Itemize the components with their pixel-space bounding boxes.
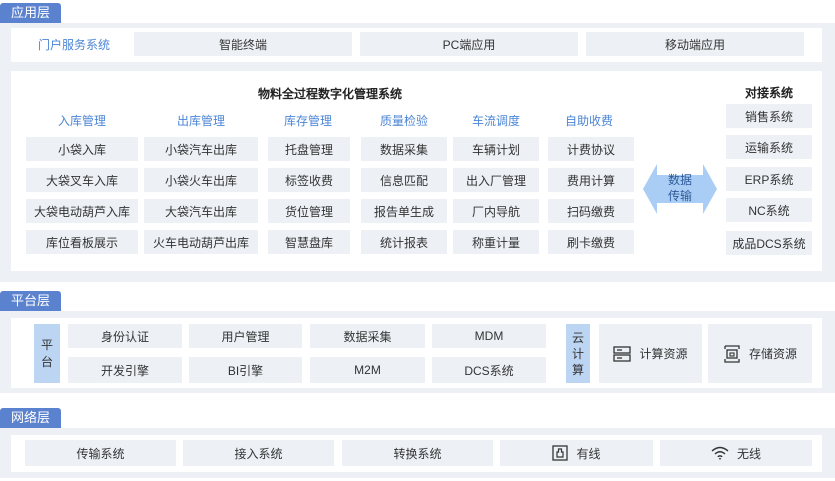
grid-cell[interactable]: 统计报表 [361, 230, 447, 254]
platform-layer-tag: 平台层 [0, 291, 62, 311]
grid-cell[interactable]: 大袋汽车出库 [144, 199, 258, 223]
top-item-mobile-app[interactable]: 移动端应用 [586, 32, 804, 56]
grid-cell[interactable]: 小袋火车出库 [144, 168, 258, 192]
storage-resource-label: 存储资源 [748, 347, 797, 361]
cloud-label-char: 算 [571, 362, 584, 377]
docking-title: 对接系统 [744, 86, 793, 100]
platform-item[interactable]: MDM [432, 324, 546, 348]
wired-label: 有线 [576, 446, 601, 461]
compute-resource-label: 计算资源 [639, 347, 688, 361]
platform-item[interactable]: DCS系统 [432, 357, 546, 383]
grid-cell[interactable]: 报告单生成 [361, 199, 447, 223]
platform-item[interactable]: 身份认证 [68, 324, 182, 348]
docking-item[interactable]: 销售系统 [726, 104, 812, 128]
storage-resource[interactable]: 存储资源 [708, 324, 812, 383]
grid-cell[interactable]: 扫码缴费 [548, 199, 634, 223]
column-header-quality: 质量检验 [379, 114, 428, 128]
platform-item[interactable]: 开发引擎 [68, 357, 182, 383]
grid-cell[interactable]: 出入厂管理 [453, 168, 539, 192]
column-header-billing: 自助收费 [564, 114, 613, 128]
column-header-traffic: 车流调度 [471, 114, 520, 128]
grid-cell[interactable]: 标签收费 [268, 168, 350, 192]
column-header-inbound: 入库管理 [57, 114, 106, 128]
grid-cell[interactable]: 数据采集 [361, 137, 447, 161]
grid-cell[interactable]: 小袋汽车出库 [144, 137, 258, 161]
cloud-vertical-label: 云 计 算 [566, 324, 590, 383]
grid-cell[interactable]: 小袋入库 [26, 137, 138, 161]
data-transfer-arrow: 数据 传输 [643, 158, 717, 220]
platform-item[interactable]: M2M [310, 357, 425, 383]
platform-vertical-label: 平 台 [34, 324, 60, 383]
grid-cell[interactable]: 大袋电动葫芦入库 [26, 199, 138, 223]
grid-cell[interactable]: 智慧盘库 [268, 230, 350, 254]
transfer-label-line1: 数据 [667, 173, 692, 187]
app-layer-tag: 应用层 [0, 3, 62, 23]
grid-cell[interactable]: 货位管理 [268, 199, 350, 223]
compute-resource[interactable]: 计算资源 [599, 324, 702, 383]
network-layer-tag: 网络层 [0, 408, 62, 428]
network-item-wired[interactable]: 有线 [500, 440, 653, 466]
grid-cell[interactable]: 火车电动葫芦出库 [144, 230, 258, 254]
platform-item[interactable]: 用户管理 [189, 324, 302, 348]
docking-item[interactable]: 运输系统 [726, 135, 812, 159]
top-item-pc-app[interactable]: PC端应用 [360, 32, 578, 56]
grid-cell[interactable]: 计费协议 [548, 137, 634, 161]
grid-cell[interactable]: 刷卡缴费 [548, 230, 634, 254]
grid-cell[interactable]: 大袋叉车入库 [26, 168, 138, 192]
cloud-label-char: 云 [571, 330, 584, 345]
platform-item[interactable]: BI引擎 [189, 357, 302, 383]
grid-cell[interactable]: 称重计量 [453, 230, 539, 254]
network-item-conversion[interactable]: 转换系统 [342, 440, 493, 466]
column-header-inventory: 库存管理 [283, 114, 332, 128]
grid-cell[interactable]: 车辆计划 [453, 137, 539, 161]
docking-item[interactable]: NC系统 [726, 198, 812, 222]
wireless-label: 无线 [736, 446, 761, 461]
grid-cell[interactable]: 托盘管理 [268, 137, 350, 161]
portal-service-label[interactable]: 门户服务系统 [18, 32, 130, 56]
platform-item[interactable]: 数据采集 [310, 324, 425, 348]
platform-label-char: 台 [40, 354, 53, 369]
cloud-label-char: 计 [571, 346, 584, 361]
network-item-access[interactable]: 接入系统 [183, 440, 334, 466]
grid-cell[interactable]: 费用计算 [548, 168, 634, 192]
platform-label-char: 平 [40, 337, 53, 352]
column-header-outbound: 出库管理 [176, 114, 225, 128]
grid-cell[interactable]: 信息匹配 [361, 168, 447, 192]
grid-cell[interactable]: 厂内导航 [453, 199, 539, 223]
docking-item[interactable]: 成品DCS系统 [726, 231, 812, 255]
wired-port-icon [552, 445, 569, 461]
docking-item[interactable]: ERP系统 [726, 167, 812, 191]
network-item-transport[interactable]: 传输系统 [25, 440, 176, 466]
system-title: 物料全过程数字化管理系统 [257, 87, 402, 101]
network-item-wireless[interactable]: 无线 [660, 440, 812, 466]
transfer-label-line2: 传输 [667, 189, 692, 203]
storage-icon [724, 344, 740, 363]
server-icon [613, 345, 632, 362]
grid-cell[interactable]: 库位看板展示 [26, 230, 138, 254]
top-item-smart-terminal[interactable]: 智能终端 [134, 32, 352, 56]
wifi-icon [711, 446, 729, 460]
